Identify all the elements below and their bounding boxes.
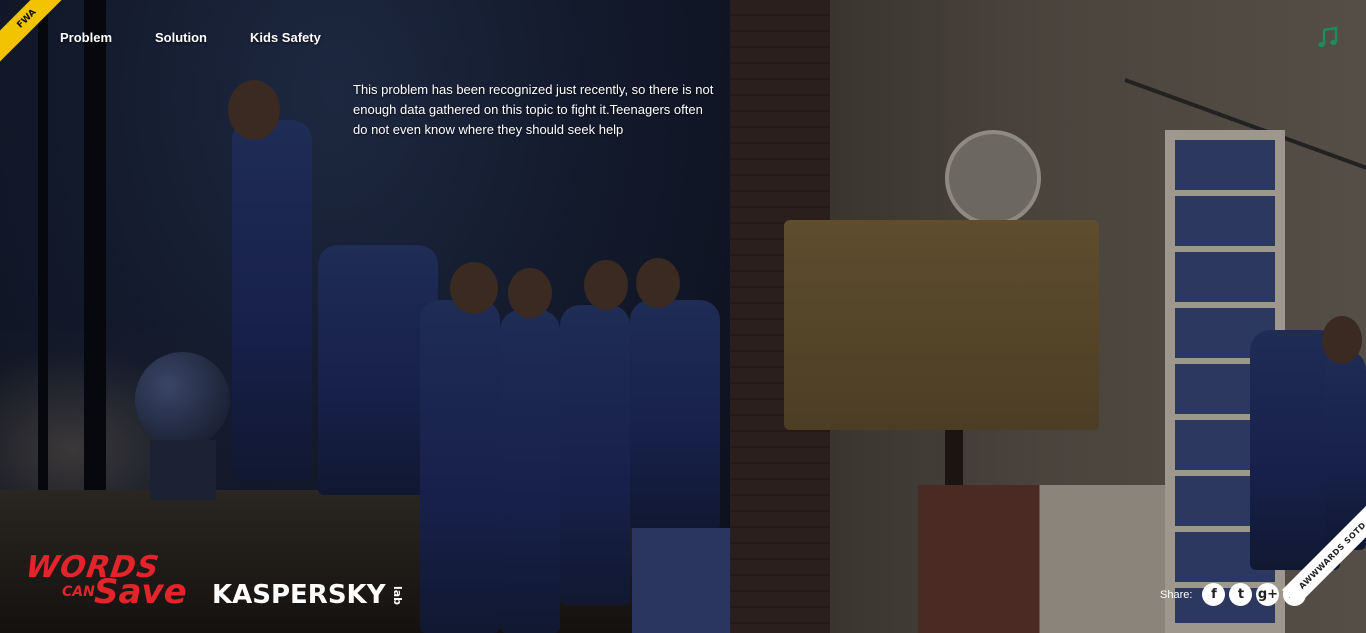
kid-head (450, 262, 498, 314)
nav-problem[interactable]: Problem (60, 30, 112, 45)
kid-head (508, 268, 552, 318)
stone-ball-base (150, 440, 216, 500)
stone-ball (135, 352, 230, 447)
kaspersky-lab-text: lab (390, 585, 404, 606)
nav-kids-safety[interactable]: Kids Safety (250, 30, 321, 45)
utility-pole (84, 0, 106, 560)
kid-figure (500, 310, 560, 633)
kid-head (636, 258, 680, 308)
kid-head (228, 80, 280, 140)
kid-figure (420, 300, 500, 633)
main-nav: Problem Solution Kids Safety (60, 30, 321, 45)
words-can-save-logo[interactable]: WORDS CAN Save (24, 550, 196, 615)
lamp-shade (784, 220, 1099, 430)
kid-figure (630, 300, 720, 530)
problem-message: This problem has been recognized just re… (353, 82, 714, 137)
kaspersky-lab-logo[interactable]: KASPERSKY lab (212, 580, 407, 610)
facebook-icon[interactable]: f (1202, 583, 1226, 606)
logo-save: Save (94, 572, 187, 612)
nav-solution[interactable]: Solution (155, 30, 207, 45)
kid-figure (232, 120, 312, 480)
google-plus-icon[interactable]: g+ (1256, 583, 1280, 606)
kid-head (584, 260, 628, 310)
share-label: Share: (1160, 588, 1193, 601)
twitter-icon[interactable]: t (1229, 583, 1253, 606)
logo-can: CAN (62, 584, 95, 600)
kid-head (1322, 316, 1362, 364)
music-note-icon[interactable] (1316, 26, 1340, 50)
wall-clock (945, 130, 1041, 226)
dresser (918, 485, 1188, 633)
kaspersky-wordmark: KASPERSKY (212, 580, 386, 610)
kid-figure (560, 305, 630, 605)
